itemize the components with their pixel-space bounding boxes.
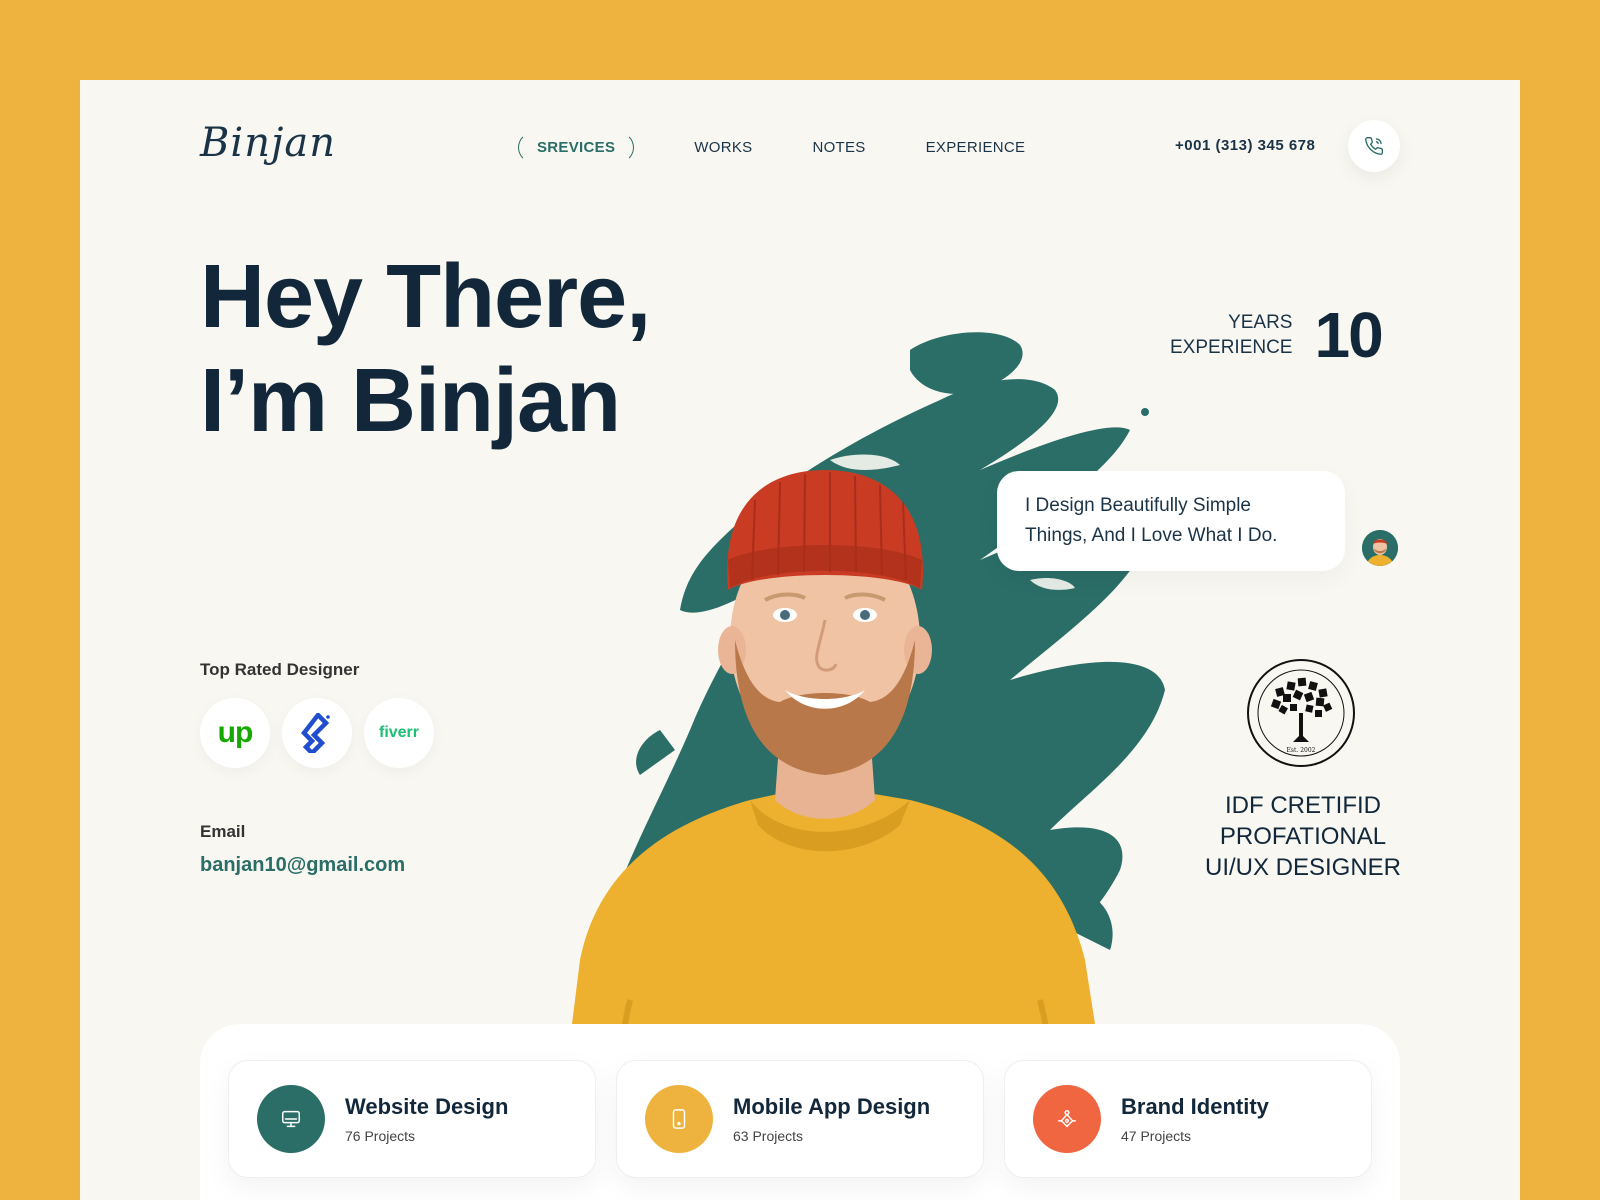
nav-works[interactable]: WORKS — [694, 139, 752, 156]
experience-stat: YEARS EXPERIENCE 10 — [1170, 298, 1384, 372]
experience-label: YEARS EXPERIENCE — [1170, 310, 1292, 360]
seal-text: Est. 2002 — [1287, 747, 1316, 754]
fiverr-logo: fiverr — [378, 724, 420, 741]
quote-bubble: I Design Beautifully Simple Things, And … — [997, 471, 1345, 571]
logo[interactable]: Binjan — [200, 120, 336, 166]
nav-experience[interactable]: EXPERIENCE — [926, 139, 1026, 156]
services-panel: Website Design 76 Projects Mobile App De… — [200, 1024, 1400, 1200]
top-rated-label: Top Rated Designer — [200, 660, 360, 679]
experience-value: 10 — [1314, 299, 1383, 371]
service-count: 76 Projects — [345, 1128, 416, 1144]
service-text: Brand Identity 47 Projects — [1121, 1094, 1269, 1144]
call-button[interactable] — [1348, 120, 1400, 172]
monitor-icon — [282, 1110, 300, 1128]
service-icon-wrap — [645, 1085, 713, 1153]
brand-icon — [1058, 1110, 1076, 1128]
upwork-logo: up — [217, 716, 254, 749]
certification-text: IDF CRETIFID PROFATIONAL UI/UX DESIGNER — [1178, 790, 1428, 883]
service-icon-wrap — [1033, 1085, 1101, 1153]
service-text: Website Design 76 Projects — [345, 1094, 508, 1144]
quote-line-1: I Design Beautifully Simple — [1025, 495, 1251, 516]
service-card-brand[interactable]: Brand Identity 47 Projects — [1004, 1060, 1372, 1178]
service-count: 47 Projects — [1121, 1128, 1192, 1144]
mobile-icon — [672, 1109, 686, 1129]
platform-badges: up fiverr — [200, 698, 446, 768]
cert-line-2: PROFATIONAL — [1219, 823, 1387, 850]
toptal-logo — [301, 713, 330, 753]
nav-services[interactable]: SREVICES — [518, 132, 635, 163]
service-title: Website Design — [345, 1094, 509, 1119]
service-text: Mobile App Design 63 Projects — [733, 1094, 930, 1144]
cert-line-1: IDF CRETIFID — [1225, 792, 1381, 819]
landing-page: Binjan SREVICES WORKS NOTES EXPERIENCE +… — [80, 80, 1520, 1200]
experience-label-line-1: YEARS — [1228, 312, 1293, 333]
toptal-badge[interactable] — [282, 698, 352, 768]
service-icon-wrap — [257, 1085, 325, 1153]
cert-line-3: UI/UX DESIGNER — [1204, 854, 1402, 881]
avatar — [1362, 530, 1398, 566]
phone-icon — [1365, 136, 1384, 155]
service-card-mobile[interactable]: Mobile App Design 63 Projects — [616, 1060, 984, 1178]
fiverr-badge[interactable]: fiverr — [364, 698, 434, 768]
nav-notes[interactable]: NOTES — [812, 139, 865, 156]
service-title: Mobile App Design — [733, 1094, 931, 1119]
service-title: Brand Identity — [1121, 1094, 1269, 1119]
service-count: 63 Projects — [733, 1128, 804, 1144]
phone-number[interactable]: +001 (313) 345 678 — [1175, 137, 1315, 154]
email-label: Email — [200, 822, 246, 841]
experience-label-line-2: EXPERIENCE — [1170, 337, 1293, 358]
quote-line-2: Things, And I Love What I Do. — [1025, 525, 1278, 546]
service-card-website[interactable]: Website Design 76 Projects — [228, 1060, 596, 1178]
upwork-badge[interactable]: up — [200, 698, 270, 768]
certification-seal-icon: Est. 2002 — [1247, 659, 1355, 767]
main-nav: SREVICES WORKS NOTES EXPERIENCE — [518, 132, 1085, 163]
email-link[interactable]: banjan10@gmail.com — [200, 854, 405, 877]
